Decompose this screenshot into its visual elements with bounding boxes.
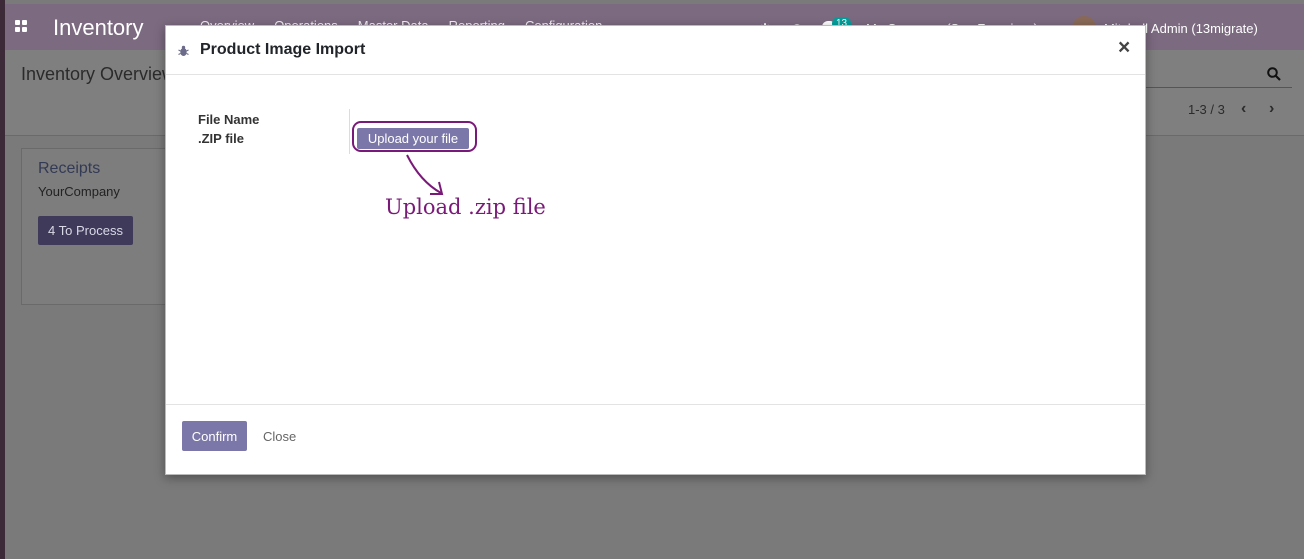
- to-process-button[interactable]: 4 To Process: [38, 216, 133, 245]
- bug-icon: [178, 44, 189, 56]
- card-title[interactable]: Receipts: [38, 160, 100, 178]
- page-title: Inventory Overview: [21, 64, 176, 84]
- search-icon[interactable]: [1267, 67, 1281, 81]
- upload-file-button[interactable]: Upload your file: [357, 128, 469, 149]
- annotation-arrow: [406, 154, 444, 195]
- card-company: YourCompany: [38, 184, 120, 199]
- receipts-card: Receipts YourCompany 4 To Process: [21, 148, 173, 305]
- field-divider: [349, 109, 350, 154]
- field-label-file-name: File Name: [198, 112, 260, 127]
- close-button[interactable]: Close: [263, 429, 296, 444]
- app-brand[interactable]: Inventory: [53, 15, 144, 41]
- field-label-zip-file: .ZIP file: [198, 131, 244, 146]
- pager-next-icon[interactable]: ›: [1269, 100, 1274, 118]
- confirm-button[interactable]: Confirm: [182, 421, 247, 451]
- modal-footer: Confirm Close: [166, 404, 1145, 475]
- pager-value[interactable]: 1-3 / 3: [1188, 102, 1225, 117]
- modal-title: Product Image Import: [200, 41, 366, 58]
- field-labels: File Name .ZIP file: [198, 110, 259, 148]
- annotation-text: Upload .zip file: [385, 195, 546, 219]
- close-icon[interactable]: ×: [1118, 36, 1130, 60]
- modal-header: Product Image Import ×: [166, 26, 1145, 75]
- pager-previous-icon[interactable]: ‹: [1241, 100, 1246, 118]
- product-image-import-dialog: Product Image Import × File Name .ZIP fi…: [165, 25, 1146, 475]
- window-edge: [0, 0, 5, 559]
- apps-menu-icon[interactable]: [15, 20, 27, 32]
